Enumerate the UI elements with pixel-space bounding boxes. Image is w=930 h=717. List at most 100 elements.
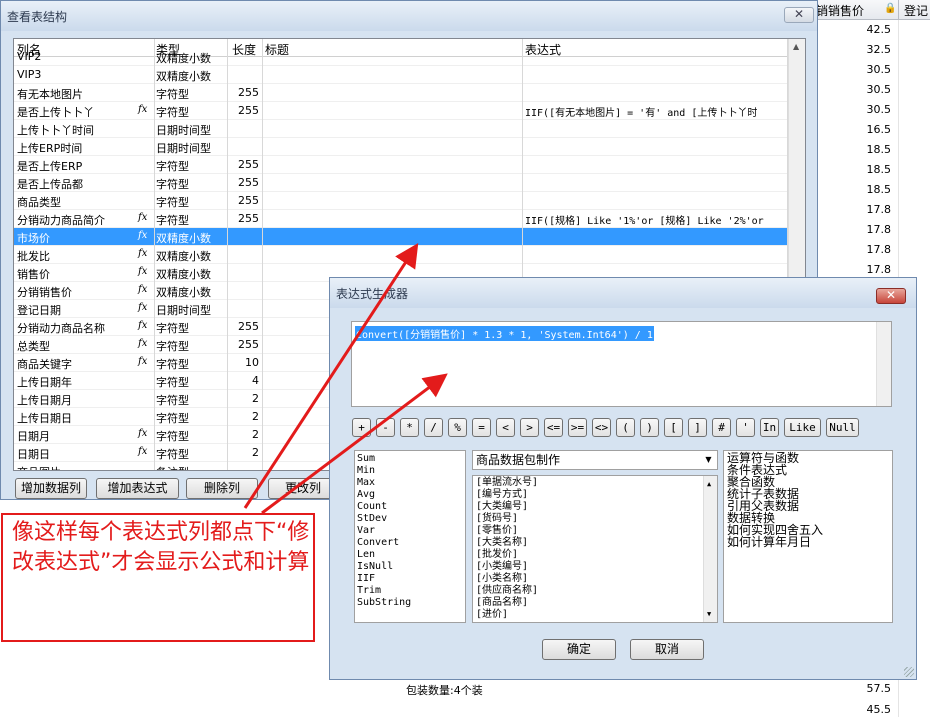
- field-item[interactable]: [货码号]: [476, 513, 714, 525]
- function-item[interactable]: Count: [357, 501, 463, 513]
- field-item[interactable]: [商品名称]: [476, 597, 714, 609]
- window-titlebar[interactable]: 查看表结构 ✕: [1, 1, 817, 31]
- function-item[interactable]: Var: [357, 525, 463, 537]
- operator-button[interactable]: %: [448, 418, 467, 437]
- modify-column-button[interactable]: 更改列: [268, 478, 338, 499]
- operator-button[interactable]: Null: [826, 418, 859, 437]
- field-item[interactable]: [编号方式]: [476, 489, 714, 501]
- scroll-up-icon[interactable]: ▲: [793, 42, 799, 51]
- function-item[interactable]: Convert: [357, 537, 463, 549]
- function-item[interactable]: StDev: [357, 513, 463, 525]
- cell-type: 双精度小数: [156, 286, 211, 299]
- field-item[interactable]: [小类编号]: [476, 561, 714, 573]
- operator-button[interactable]: +: [352, 418, 371, 437]
- field-item[interactable]: [大类名称]: [476, 537, 714, 549]
- table-row[interactable]: 是否上传ERP 字符型 255: [14, 156, 789, 174]
- operator-button[interactable]: ]: [688, 418, 707, 437]
- operator-button[interactable]: -: [376, 418, 395, 437]
- field-item[interactable]: [单据流水号]: [476, 477, 714, 489]
- table-row[interactable]: 分销动力商品简介 fx 字符型 255 IIF([规格] Like '1%'or [规格…: [14, 210, 789, 228]
- function-item[interactable]: Sum: [357, 453, 463, 465]
- function-item[interactable]: IsNull: [357, 561, 463, 573]
- table-select[interactable]: 商品数据包制作 ▼: [472, 450, 718, 470]
- cell-type: 字符型: [156, 448, 189, 461]
- table-row[interactable]: 上传ERP时间 日期时间型: [14, 138, 789, 156]
- cell-length: 2: [252, 446, 259, 459]
- cancel-button[interactable]: 取消: [630, 639, 704, 660]
- table-row[interactable]: 批发比 fx 双精度小数: [14, 246, 789, 264]
- operator-button[interactable]: <>: [592, 418, 611, 437]
- table-row[interactable]: VIP2 双精度小数: [14, 48, 789, 66]
- ok-button[interactable]: 确定: [542, 639, 616, 660]
- cell-column-name: 日期日: [17, 448, 50, 461]
- operator-button[interactable]: #: [712, 418, 731, 437]
- operator-button[interactable]: >: [520, 418, 539, 437]
- resize-grip[interactable]: [904, 667, 914, 677]
- operator-button[interactable]: (: [616, 418, 635, 437]
- operator-button[interactable]: <: [496, 418, 515, 437]
- operator-button[interactable]: Like: [784, 418, 821, 437]
- function-item[interactable]: IIF: [357, 573, 463, 585]
- operator-button[interactable]: *: [400, 418, 419, 437]
- help-topic-item[interactable]: 如何计算年月日: [727, 536, 889, 548]
- table-row[interactable]: 上传卜卜丫时间 日期时间型: [14, 120, 789, 138]
- function-item[interactable]: SubString: [357, 597, 463, 609]
- bg-col-header-price[interactable]: 销销售价: [816, 2, 864, 19]
- cell-length: 255: [238, 104, 259, 117]
- field-item[interactable]: [小类名称]: [476, 573, 714, 585]
- function-item[interactable]: Avg: [357, 489, 463, 501]
- function-item[interactable]: Len: [357, 549, 463, 561]
- cell-type: 双精度小数: [156, 250, 211, 263]
- close-button[interactable]: ✕: [876, 288, 906, 304]
- cell-type: 备注型: [156, 464, 189, 470]
- operator-button[interactable]: [: [664, 418, 683, 437]
- function-item[interactable]: Trim: [357, 585, 463, 597]
- table-row[interactable]: 有无本地图片 字符型 255: [14, 84, 789, 102]
- add-expression-button[interactable]: 增加表达式: [96, 478, 179, 499]
- table-row[interactable]: 市场价 fx 双精度小数: [14, 228, 789, 246]
- annotation-text: 像这样每个表达式列都点下“修改表达式”才会显示公式和计算: [12, 520, 310, 575]
- table-row[interactable]: 是否上传卜卜丫 fx 字符型 255 IIF([有无本地图片] = '有' and [上…: [14, 102, 789, 120]
- help-topic-list[interactable]: 运算符与函数 条件表达式 聚合函数 统计子表数据 引用父表数据 数据转换 如何实现四舍五入如…: [723, 450, 893, 623]
- operator-button[interactable]: <=: [544, 418, 563, 437]
- fx-icon: fx: [138, 302, 148, 313]
- cell-column-name: 上传ERP时间: [17, 142, 83, 155]
- expression-text[interactable]: Convert([分销销售价] * 1.3 * 1, 'System.Int64…: [355, 326, 654, 341]
- operator-button[interactable]: >=: [568, 418, 587, 437]
- expression-editor[interactable]: Convert([分销销售价] * 1.3 * 1, 'System.Int64…: [351, 321, 892, 407]
- function-list[interactable]: Sum Min Max Avg Count StDev Var Convert Len IsNul…: [354, 450, 466, 623]
- cell-expression: IIF([规格] Like '1%'or [规格] Like '2%'or: [525, 216, 764, 227]
- cell-type: 字符型: [156, 358, 189, 371]
- bg-value-cell: 17.8: [866, 243, 892, 256]
- delete-column-button[interactable]: 删除列: [186, 478, 258, 499]
- operator-button[interactable]: ): [640, 418, 659, 437]
- cell-type: 字符型: [156, 394, 189, 407]
- close-button[interactable]: ✕: [784, 7, 814, 23]
- fx-icon: fx: [138, 338, 148, 349]
- window-titlebar[interactable]: 表达式生成器 ✕: [330, 278, 916, 308]
- table-row[interactable]: 商品类型 字符型 255: [14, 192, 789, 210]
- field-item[interactable]: [批发价]: [476, 549, 714, 561]
- field-list-scrollbar[interactable]: ▲ ▼: [703, 476, 717, 622]
- cell-length: 255: [238, 176, 259, 189]
- function-item[interactable]: Min: [357, 465, 463, 477]
- editor-scrollbar[interactable]: [876, 322, 891, 406]
- operator-button[interactable]: =: [472, 418, 491, 437]
- field-item[interactable]: [进价]: [476, 609, 714, 621]
- table-row[interactable]: VIP3 双精度小数: [14, 66, 789, 84]
- field-item[interactable]: [大类编号]: [476, 501, 714, 513]
- function-item[interactable]: Max: [357, 477, 463, 489]
- add-data-column-button[interactable]: 增加数据列: [15, 478, 87, 499]
- cell-column-name: 是否上传品都: [17, 178, 83, 191]
- chevron-down-icon[interactable]: ▼: [700, 451, 717, 469]
- operator-button[interactable]: /: [424, 418, 443, 437]
- field-item[interactable]: [零售价]: [476, 525, 714, 537]
- cell-length: 255: [238, 158, 259, 171]
- fx-icon: fx: [138, 266, 148, 277]
- field-item[interactable]: [供应商名称]: [476, 585, 714, 597]
- table-row[interactable]: 是否上传品都 字符型 255: [14, 174, 789, 192]
- operator-button[interactable]: In: [760, 418, 779, 437]
- bg-col-header-date[interactable]: 登记: [904, 2, 928, 19]
- operator-button[interactable]: ': [736, 418, 755, 437]
- field-list[interactable]: ▲ ▼ [单据流水号] [编号方式] [大类编号] [货码号] [零售价] [大类名称] [批…: [472, 475, 718, 623]
